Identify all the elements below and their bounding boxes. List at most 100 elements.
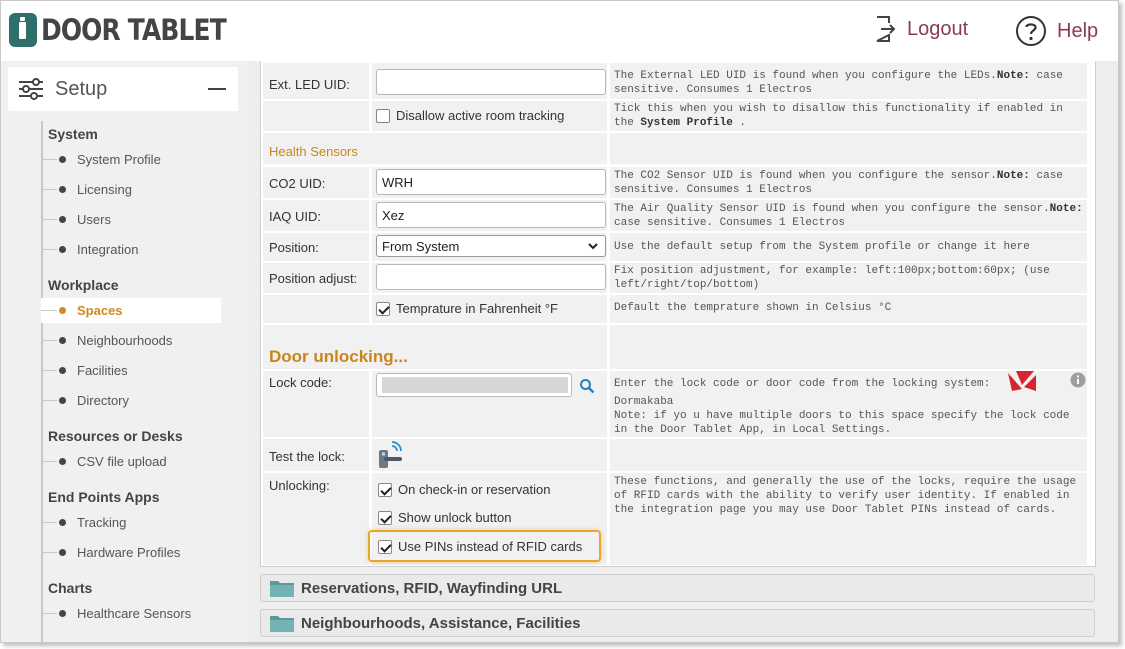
sidebar-item-integration[interactable]: Integration [41, 237, 221, 262]
nav-section-system: System [48, 126, 98, 142]
sidebar-item-tracking[interactable]: Tracking [41, 510, 221, 535]
main-content: Ext. LED UID: The External LED UID is fo… [249, 61, 1118, 642]
label-cell: Lock code: [263, 371, 369, 437]
disallow-tracking-option[interactable]: Disallow active room tracking [376, 108, 564, 123]
bullet-icon [59, 307, 66, 314]
setup-label: Setup [55, 77, 108, 100]
disallow-description: Tick this when you wish to disallow this… [614, 103, 1063, 129]
bullet-icon [59, 610, 66, 617]
disallow-tracking-checkbox[interactable] [376, 108, 390, 123]
setup-menu-header[interactable]: Setup [8, 67, 238, 111]
input-cell: Disallow active room tracking [372, 101, 607, 131]
input-cell: Xez [372, 200, 607, 231]
iaq-uid-input[interactable]: Xez [376, 202, 606, 228]
iaq-description: The Air Quality Sensor UID is found when… [614, 203, 1083, 229]
lock-code-note: Note: if yo u have multiple doors to thi… [614, 410, 1070, 436]
label-cell: Position: [263, 233, 369, 261]
info-icon[interactable] [1070, 372, 1086, 388]
unlock-on-checkin-checkbox[interactable] [378, 482, 392, 497]
label-cell: Test the lock: [263, 439, 369, 471]
sliders-icon [19, 78, 43, 100]
show-unlock-button-label: Show unlock button [398, 510, 512, 525]
health-sensors-title: Health Sensors [269, 144, 358, 159]
disallow-tracking-label: Disallow active room tracking [396, 108, 565, 123]
sidebar-item-neighbourhoods[interactable]: Neighbourhoods [41, 328, 221, 353]
desc-cell: The Air Quality Sensor UID is found when… [610, 200, 1087, 231]
label-cell [263, 101, 369, 131]
sidebar: Setup System System Profile Licensing Us… [1, 61, 249, 642]
test-lock-icon[interactable] [376, 440, 406, 470]
bullet-icon [59, 367, 66, 374]
lock-code-input[interactable] [376, 373, 572, 397]
folder-icon [270, 581, 294, 597]
bullet-icon [59, 246, 66, 253]
accordion-neighbourhoods[interactable]: Neighbourhoods, Assistance, Facilities [260, 609, 1095, 637]
logout-link[interactable]: Logout [873, 15, 968, 43]
desc-cell: Fix position adjustment, for example: le… [610, 263, 1087, 293]
co2-uid-label: CO2 UID: [269, 176, 326, 191]
bullet-icon [59, 186, 66, 193]
sidebar-item-csv-upload[interactable]: CSV file upload [41, 449, 221, 474]
show-unlock-button-checkbox[interactable] [378, 510, 392, 525]
brand-logo[interactable]: DOOR TABLET [9, 13, 256, 47]
position-adjust-input[interactable] [376, 264, 606, 290]
desc-cell [610, 439, 1087, 471]
desc-cell: The External LED UID is found when you c… [610, 63, 1087, 99]
door-logo-icon [9, 13, 37, 47]
sidebar-item-licensing[interactable]: Licensing [41, 177, 221, 202]
ext-led-description: The External LED UID is found when you c… [614, 70, 1063, 96]
accordion-reservations[interactable]: Reservations, RFID, Wayfinding URL [260, 574, 1095, 602]
position-adjust-description: Fix position adjustment, for example: le… [614, 265, 1050, 291]
input-cell: WRH [372, 167, 607, 198]
accordion-reservations-label: Reservations, RFID, Wayfinding URL [301, 579, 563, 597]
fahrenheit-description: Default the temprature shown in Celsius … [614, 302, 892, 314]
show-unlock-button-option[interactable]: Show unlock button [378, 510, 511, 525]
nav-section-endpoints: End Points Apps [48, 489, 160, 505]
desc-cell: Enter the lock code or door code from th… [610, 371, 1087, 437]
bullet-icon [59, 337, 66, 344]
sidebar-item-healthcare-sensors[interactable]: Healthcare Sensors [41, 601, 221, 626]
door-unlocking-title: Door unlocking... [269, 347, 408, 366]
section-cell: Door unlocking... [263, 325, 607, 369]
position-selected-value: From System [382, 238, 460, 254]
input-cell [372, 439, 607, 471]
accordion-neighbourhoods-label: Neighbourhoods, Assistance, Facilities [301, 614, 581, 632]
logout-icon [876, 16, 896, 42]
position-label: Position: [269, 240, 319, 255]
input-cell [372, 263, 607, 293]
input-cell: On check-in or reservation Show unlock b… [368, 473, 607, 565]
collapse-minus-icon[interactable] [208, 88, 226, 90]
desc-cell: Default the temprature shown in Celsius … [610, 295, 1087, 323]
co2-uid-input[interactable]: WRH [376, 169, 606, 195]
unlock-on-checkin-option[interactable]: On check-in or reservation [378, 482, 550, 497]
search-icon[interactable] [579, 378, 595, 394]
space-settings-panel: Ext. LED UID: The External LED UID is fo… [260, 61, 1096, 567]
desc-cell: Tick this when you wish to disallow this… [610, 101, 1087, 131]
position-description: Use the default setup from the System pr… [614, 241, 1030, 253]
bullet-icon [59, 458, 66, 465]
label-cell [263, 295, 369, 323]
fahrenheit-label: Temprature in Fahrenheit °F [396, 301, 558, 316]
nav-section-workplace: Workplace [48, 277, 119, 293]
sidebar-item-hardware-profiles[interactable]: Hardware Profiles [41, 540, 221, 565]
chevron-down-icon [588, 243, 598, 250]
help-label: Help [1057, 19, 1099, 42]
fahrenheit-option[interactable]: Temprature in Fahrenheit °F [376, 301, 558, 316]
app-window: DOOR TABLET Logout Help Setup System Sys… [0, 0, 1119, 643]
position-select[interactable]: From System [376, 235, 606, 257]
masked-lock-code [382, 377, 568, 393]
sidebar-item-directory[interactable]: Directory [41, 388, 221, 413]
sidebar-item-users[interactable]: Users [41, 207, 221, 232]
sidebar-item-spaces[interactable]: Spaces [41, 298, 221, 323]
sidebar-item-facilities[interactable]: Facilities [41, 358, 221, 383]
bullet-icon [59, 216, 66, 223]
desc-cell [610, 133, 1087, 164]
help-link[interactable]: Help [1015, 15, 1098, 47]
sidebar-item-system-profile[interactable]: System Profile [41, 147, 221, 172]
ext-led-uid-input[interactable] [376, 69, 606, 95]
bullet-icon [59, 549, 66, 556]
unlocking-description: These functions, and generally the use o… [614, 476, 1077, 516]
fahrenheit-checkbox[interactable] [376, 301, 390, 316]
bullet-icon [59, 397, 66, 404]
label-cell: Unlocking: [263, 473, 369, 565]
